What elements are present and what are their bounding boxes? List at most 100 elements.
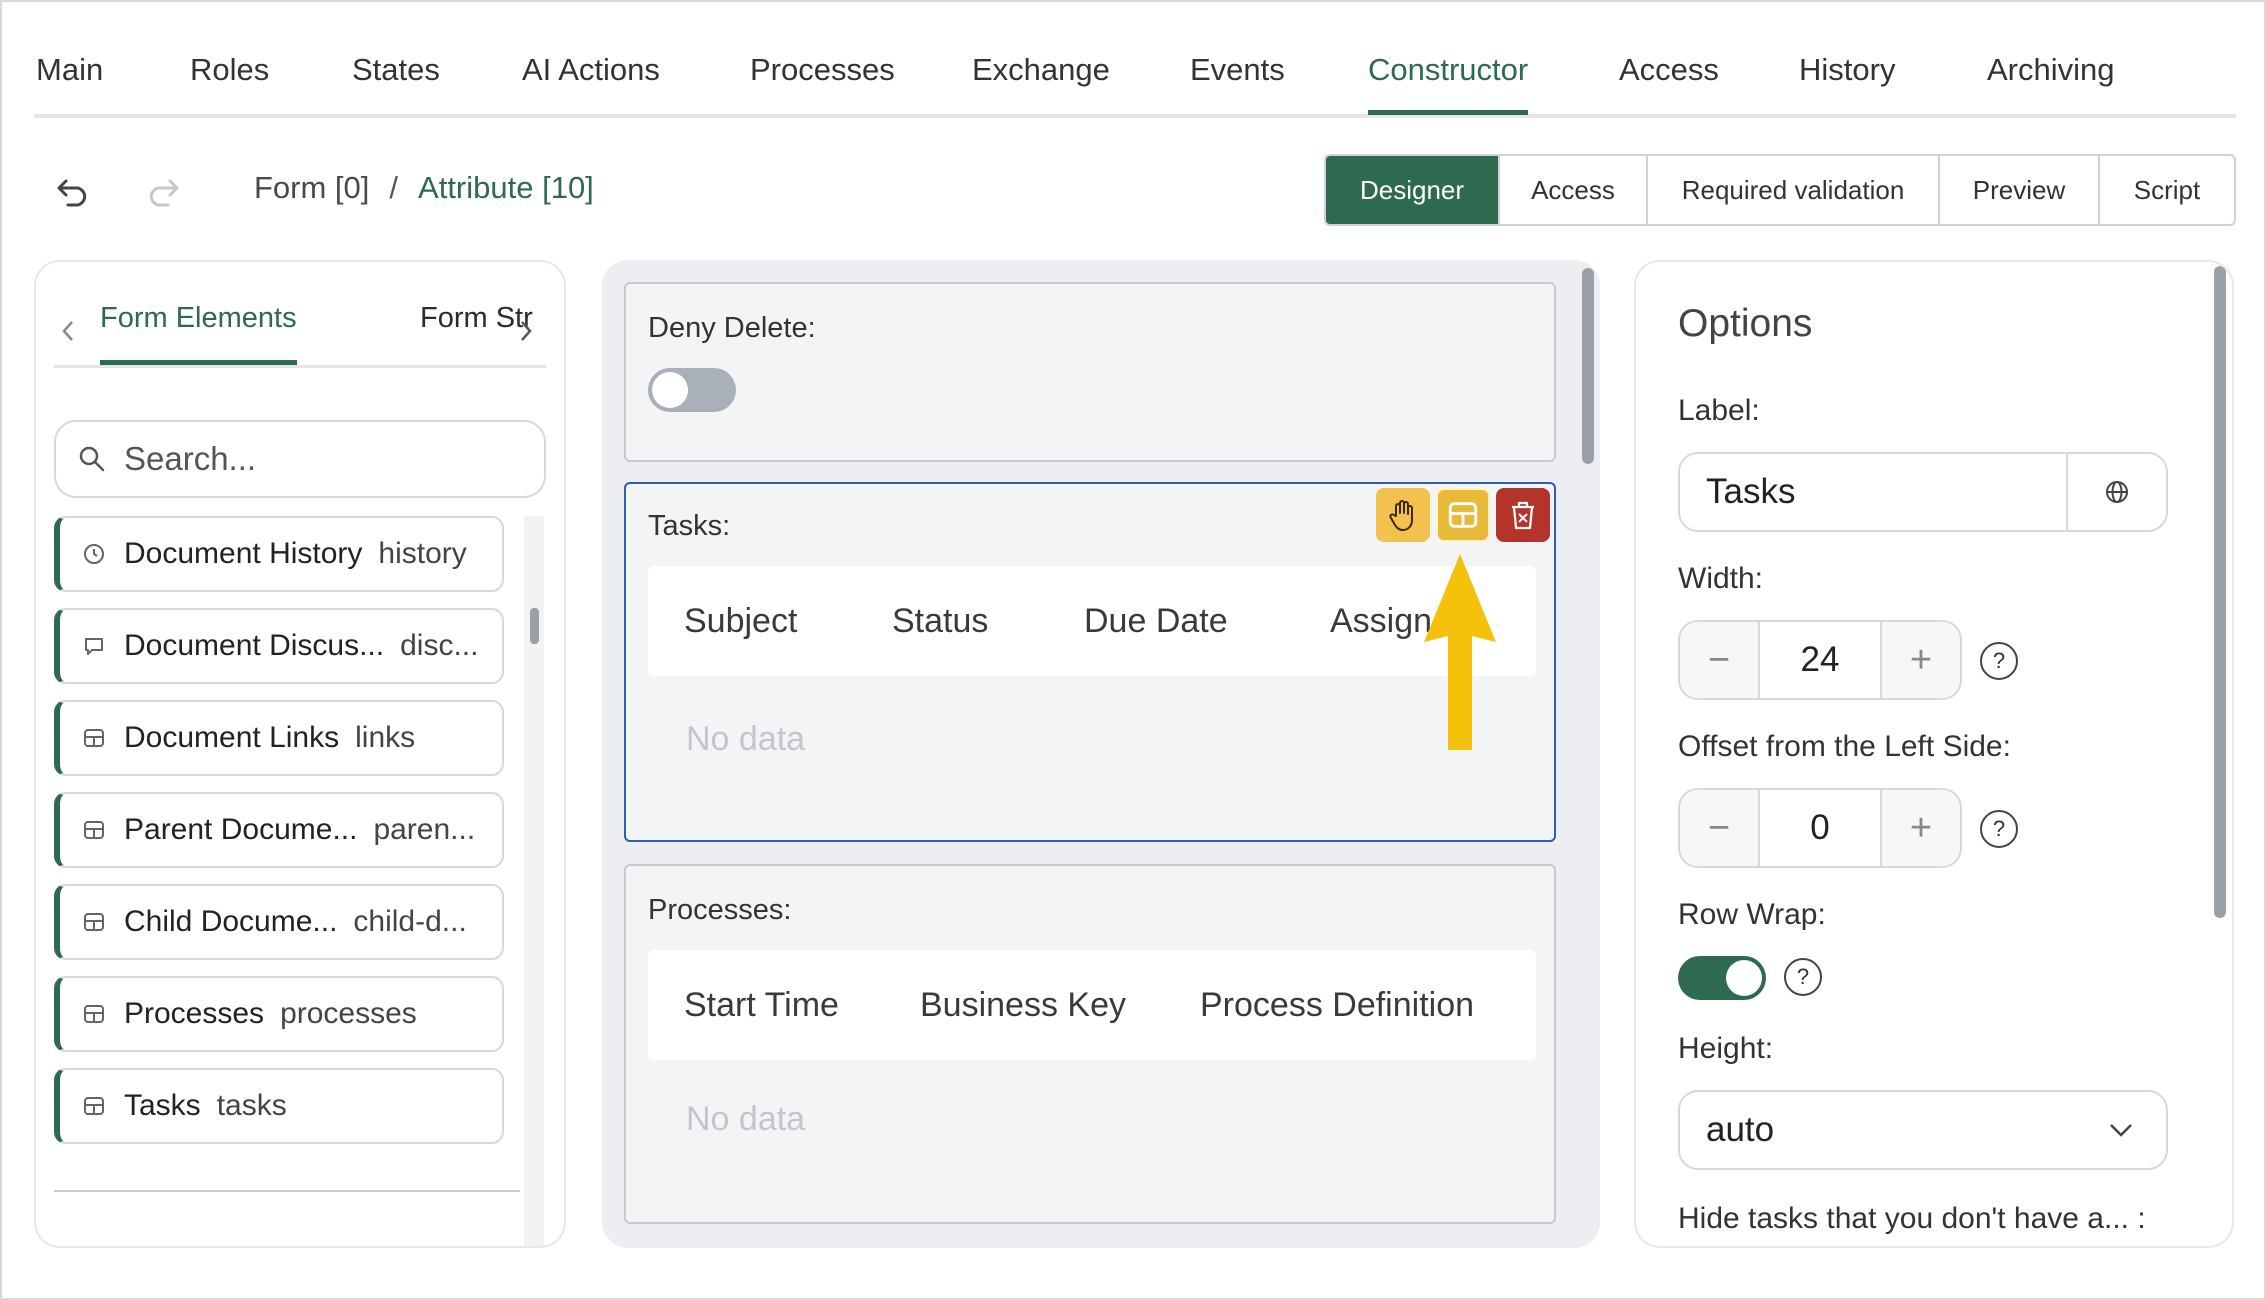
undo-button[interactable]	[52, 170, 96, 214]
offset-increment-button[interactable]: +	[1882, 790, 1960, 866]
tab-main[interactable]: Main	[36, 52, 103, 88]
empty-state: No data	[686, 720, 806, 758]
options-scrollbar[interactable]	[2214, 266, 2226, 918]
item-name: Document Discus...	[124, 629, 385, 662]
field-label: Tasks:	[648, 510, 731, 542]
mode-tab-script[interactable]: Script	[2098, 156, 2234, 224]
help-icon[interactable]: ?	[1784, 958, 1822, 996]
table-icon	[84, 1005, 104, 1023]
tab-roles[interactable]: Roles	[190, 52, 269, 88]
height-select[interactable]: auto	[1678, 1090, 2168, 1170]
column-header[interactable]: Start Time	[684, 986, 839, 1025]
toggle-knob	[652, 372, 688, 408]
column-header[interactable]: Business Key	[920, 986, 1126, 1025]
comment-icon	[85, 638, 103, 655]
tab-access[interactable]: Access	[1619, 52, 1719, 88]
height-value: auto	[1706, 1110, 1775, 1149]
list-item-child-documents[interactable]: Child Docume... child-d...	[54, 884, 504, 960]
label-value[interactable]: Tasks	[1680, 472, 2066, 512]
row-wrap-toggle[interactable]	[1678, 956, 1766, 1000]
list-item-document-links[interactable]: Document Links links	[54, 700, 504, 776]
chevron-down-icon	[2110, 1124, 2132, 1137]
breadcrumb-attribute[interactable]: Attribute [10]	[418, 170, 594, 206]
list-item-document-history[interactable]: Document History history	[54, 516, 504, 592]
field-label: Deny Delete:	[648, 312, 816, 344]
trash-icon	[1512, 501, 1534, 530]
tab-processes[interactable]: Processes	[750, 52, 895, 88]
mode-tab-access[interactable]: Access	[1498, 156, 1646, 224]
table-icon	[84, 1097, 104, 1115]
list-item-document-discussion[interactable]: Document Discus... disc...	[54, 608, 504, 684]
left-panel-tabs: Form Elements Form Str	[54, 302, 546, 368]
deny-delete-field[interactable]: Deny Delete:	[624, 282, 1556, 462]
redo-button[interactable]	[140, 170, 184, 214]
list-item-processes[interactable]: Processes processes	[54, 976, 504, 1052]
width-stepper: − 24 +	[1678, 620, 1962, 700]
options-panel: Options Label: Tasks Width: − 24 + ? Off…	[1634, 260, 2234, 1248]
offset-stepper: − 0 +	[1678, 788, 1962, 868]
width-decrement-button[interactable]: −	[1680, 622, 1758, 698]
designer-canvas: Deny Delete: Tasks: Subject Status Due D…	[602, 260, 1600, 1248]
chevron-left-icon[interactable]	[56, 316, 80, 346]
tasks-field[interactable]: Tasks: Subject Status Due Date Assigne N…	[624, 482, 1556, 842]
app-frame: Main Roles States AI Actions Processes E…	[0, 0, 2266, 1300]
item-name: Document History	[124, 537, 363, 570]
processes-table-header: Start Time Business Key Process Definiti…	[648, 950, 1536, 1060]
mode-tab-required-validation[interactable]: Required validation	[1646, 156, 1938, 224]
column-header[interactable]: Status	[892, 602, 988, 641]
label-input[interactable]: Tasks	[1678, 452, 2168, 532]
column-header[interactable]: Subject	[684, 602, 797, 641]
tab-exchange[interactable]: Exchange	[972, 52, 1110, 88]
empty-state: No data	[686, 1100, 806, 1138]
tab-events[interactable]: Events	[1190, 52, 1285, 88]
deny-delete-toggle[interactable]	[648, 368, 736, 412]
form-elements-panel: Form Elements Form Str Document History …	[34, 260, 566, 1248]
canvas-scrollbar[interactable]	[1582, 268, 1594, 464]
label-field-label: Label:	[1678, 394, 1760, 427]
layout-button[interactable]	[1436, 488, 1490, 542]
form-element-list: Document History history Document Discus…	[54, 516, 540, 1160]
item-name: Parent Docume...	[124, 813, 358, 846]
scrollbar-thumb[interactable]	[530, 608, 539, 644]
tasks-table-header: Subject Status Due Date Assigne	[648, 566, 1536, 676]
list-item-parent-documents[interactable]: Parent Docume... paren...	[54, 792, 504, 868]
offset-decrement-button[interactable]: −	[1680, 790, 1758, 866]
tab-form-elements[interactable]: Form Elements	[100, 302, 297, 365]
table-icon	[84, 821, 104, 839]
item-key: history	[378, 537, 467, 570]
help-icon[interactable]: ?	[1980, 810, 2018, 848]
help-icon[interactable]: ?	[1980, 642, 2018, 680]
element-search	[54, 420, 546, 498]
item-key: processes	[280, 997, 417, 1030]
processes-field[interactable]: Processes: Start Time Business Key Proce…	[624, 864, 1556, 1224]
search-input[interactable]	[124, 440, 504, 478]
field-action-buttons	[1376, 488, 1550, 542]
tab-history[interactable]: History	[1799, 52, 1895, 88]
translate-button[interactable]	[2066, 454, 2166, 530]
row-wrap-label: Row Wrap:	[1678, 898, 1826, 931]
width-increment-button[interactable]: +	[1882, 622, 1960, 698]
column-header[interactable]: Process Definition	[1200, 986, 1474, 1025]
chevron-right-icon[interactable]	[514, 316, 538, 346]
breadcrumb: Form [0] / Attribute [10]	[254, 170, 594, 206]
tab-constructor[interactable]: Constructor	[1368, 52, 1529, 115]
offset-value[interactable]: 0	[1758, 790, 1882, 866]
left-scrollbar[interactable]	[524, 516, 544, 1246]
item-key: links	[355, 721, 416, 754]
width-value[interactable]: 24	[1758, 622, 1882, 698]
tab-states[interactable]: States	[352, 52, 440, 88]
column-header[interactable]: Due Date	[1084, 602, 1228, 641]
item-key: disc...	[400, 629, 479, 662]
width-label: Width:	[1678, 562, 1764, 595]
delete-button[interactable]	[1496, 488, 1550, 542]
mode-tab-designer[interactable]: Designer	[1326, 156, 1498, 224]
drag-button[interactable]	[1376, 488, 1430, 542]
top-navigation: Main Roles States AI Actions Processes E…	[34, 2, 2236, 118]
table-icon	[1448, 502, 1478, 528]
tab-archiving[interactable]: Archiving	[1987, 52, 2115, 88]
options-title: Options	[1678, 302, 1813, 345]
mode-tab-preview[interactable]: Preview	[1938, 156, 2098, 224]
list-item-tasks[interactable]: Tasks tasks	[54, 1068, 504, 1144]
tab-ai-actions[interactable]: AI Actions	[522, 52, 660, 88]
breadcrumb-form[interactable]: Form [0]	[254, 170, 369, 206]
